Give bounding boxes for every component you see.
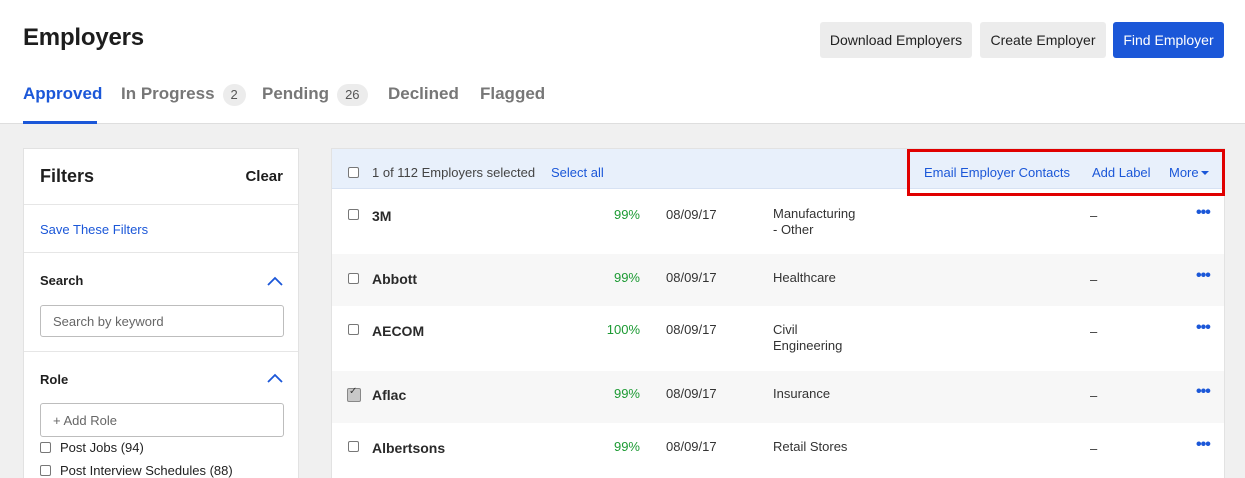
industry: Civil Engineering [773,322,883,354]
row-checkbox[interactable] [348,324,359,335]
role-option-post-jobs[interactable]: Post Jobs (94) [40,440,144,455]
tab-label: Declined [388,84,459,103]
approval-date: 08/09/17 [666,207,717,222]
search-keyword-input[interactable] [40,305,284,337]
employer-name[interactable]: Albertsons [372,440,445,456]
industry: Retail Stores [773,439,848,454]
table-row[interactable]: Abbott 99% 08/09/17 Healthcare – ••• [332,254,1224,306]
selection-count-text: 1 of 112 Employers selected [372,165,536,180]
more-options-icon[interactable]: ••• [1196,437,1211,453]
more-options-icon[interactable]: ••• [1196,320,1211,336]
select-all-link[interactable]: Select all [551,165,604,180]
tab-in-progress[interactable]: In Progress 2 [121,84,246,124]
role-filter-section: Role Post Jobs (94) Post Interview Sched… [24,352,298,478]
find-employer-button[interactable]: Find Employer [1113,22,1224,58]
labels-cell: – [1090,388,1098,403]
match-score: 99% [613,270,640,285]
industry: Manufacturing - Other [773,206,883,238]
labels-cell: – [1090,441,1098,456]
employer-list-panel: 1 of 112 Employers selected Select all E… [331,148,1225,478]
approval-date: 08/09/17 [666,322,717,337]
tab-flagged[interactable]: Flagged [480,84,545,124]
chevron-up-icon[interactable] [267,276,283,286]
industry-line: Civil [773,322,798,337]
more-options-icon[interactable]: ••• [1196,268,1211,284]
role-option-post-interview-schedules[interactable]: Post Interview Schedules (88) [40,463,233,478]
clear-filters-button[interactable]: Clear [245,168,283,185]
employer-name[interactable]: 3M [372,208,391,224]
more-options-icon[interactable]: ••• [1196,205,1211,221]
highlight-annotation-box [907,149,1225,196]
labels-cell: – [1090,208,1098,223]
tab-approved[interactable]: Approved [23,84,102,124]
more-options-icon[interactable]: ••• [1196,384,1211,400]
row-checkbox[interactable] [347,386,361,402]
match-score: 99% [613,207,640,222]
labels-cell: – [1090,324,1098,339]
table-row[interactable]: Albertsons 99% 08/09/17 Retail Stores – … [332,423,1224,475]
filters-header: Filters Clear [24,149,298,205]
approval-date: 08/09/17 [666,270,717,285]
industry-line: - Other [773,222,814,237]
approval-date: 08/09/17 [666,439,717,454]
industry-line: Manufacturing [773,206,856,221]
role-option-label: Post Interview Schedules (88) [60,463,233,478]
industry-line: Engineering [773,338,843,353]
industry: Healthcare [773,270,836,285]
tab-label: In Progress [121,84,215,103]
create-employer-button[interactable]: Create Employer [980,22,1106,58]
match-score: 100% [606,322,640,337]
tab-label: Approved [23,84,103,103]
filters-title: Filters [40,166,95,186]
save-filters-link[interactable]: Save These Filters [40,222,148,237]
page-title: Employers [23,24,144,51]
count-badge: 2 [222,84,246,106]
table-row[interactable]: Aflac 99% 08/09/17 Insurance – ••• [332,371,1224,423]
role-option-label: Post Jobs (94) [60,440,144,455]
match-score: 99% [613,386,640,401]
search-section-title: Search [40,273,84,288]
row-checkbox[interactable] [348,273,359,284]
save-filters-section: Save These Filters [24,205,298,253]
role-section-title: Role [40,372,69,387]
tab-pending[interactable]: Pending 26 [262,84,368,124]
row-checkbox[interactable] [348,209,359,220]
tab-label: Flagged [480,84,546,103]
tab-declined[interactable]: Declined [388,84,459,124]
add-role-input[interactable] [40,403,284,437]
tab-label: Pending [262,84,330,103]
count-badge: 26 [337,84,368,106]
checkbox[interactable] [40,442,51,453]
employer-name[interactable]: Aflac [372,387,406,403]
download-employers-button[interactable]: Download Employers [820,22,972,58]
filters-panel: Filters Clear Save These Filters Search … [23,148,299,478]
checkbox[interactable] [40,465,51,476]
match-score: 99% [613,439,640,454]
select-page-checkbox[interactable] [348,167,359,178]
row-checkbox[interactable] [348,441,359,452]
search-filter-section: Search [24,253,298,352]
employer-name[interactable]: AECOM [372,323,424,339]
top-bar: Employers Download Employers Create Empl… [0,0,1245,124]
employer-name[interactable]: Abbott [372,271,417,287]
approval-date: 08/09/17 [666,386,717,401]
table-row[interactable]: AECOM 100% 08/09/17 Civil Engineering – •… [332,306,1224,371]
industry: Insurance [773,386,831,401]
labels-cell: – [1090,272,1098,287]
table-row[interactable]: 3M 99% 08/09/17 Manufacturing - Other – •… [332,190,1224,254]
chevron-up-icon[interactable] [267,373,283,383]
